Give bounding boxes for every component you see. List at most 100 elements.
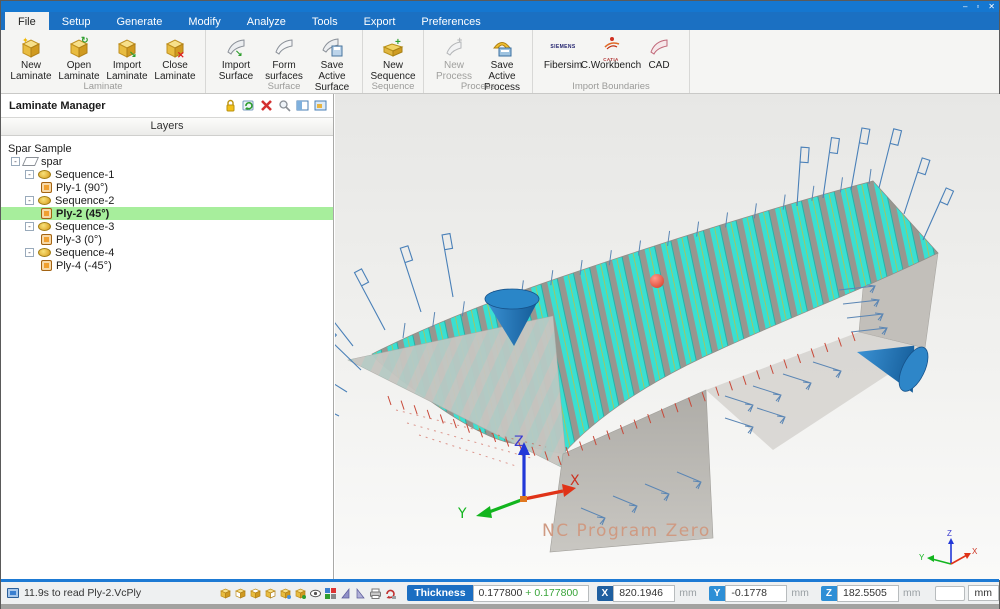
fan-right-icon[interactable]	[354, 587, 367, 600]
visibility-eye-icon[interactable]	[309, 587, 322, 600]
mini-axis-y-label: Y	[919, 553, 925, 562]
menu-tools[interactable]: Tools	[299, 12, 351, 30]
reload-icon[interactable]	[242, 99, 255, 112]
tree-label: Sequence-3	[55, 221, 114, 233]
cube-toggle-5-icon[interactable]	[279, 587, 292, 600]
refresh-red-icon[interactable]	[384, 587, 397, 600]
expander-icon[interactable]: -	[25, 248, 34, 257]
fibersim-siemens-icon: SIEMENS	[550, 35, 576, 59]
axis-x-label: X	[570, 473, 580, 489]
svg-text:+: +	[457, 35, 462, 45]
minimize-button[interactable]: –	[963, 1, 967, 12]
delete-icon[interactable]	[260, 99, 273, 112]
tree-label: Ply-3 (0°)	[56, 234, 102, 246]
menu-setup[interactable]: Setup	[49, 12, 104, 30]
expander-icon[interactable]: -	[11, 157, 20, 166]
split-view-icon[interactable]	[296, 99, 309, 112]
laminate-group-label: Laminate	[1, 81, 205, 92]
layers-column-header[interactable]: Layers	[1, 118, 333, 136]
status-bar: 11.9s to read Ply-2.VcPly Thickness 0.17…	[1, 582, 999, 604]
close-button[interactable]: ✕	[988, 1, 995, 12]
menu-analyze[interactable]: Analyze	[234, 12, 299, 30]
mini-axis-z-label: Z	[947, 529, 952, 538]
tree-item-spar[interactable]: -spar	[1, 155, 333, 168]
cube-toggle-1-icon[interactable]	[219, 587, 232, 600]
tree-item-sequence-2[interactable]: - Sequence-2	[1, 194, 333, 207]
cad-button[interactable]: CAD	[635, 33, 683, 71]
menu-modify[interactable]: Modify	[175, 12, 233, 30]
z-unit: mm	[903, 587, 921, 599]
menu-export[interactable]: Export	[351, 12, 409, 30]
tree-item-ply-2-selected[interactable]: Ply-2 (45°)	[1, 207, 333, 220]
title-bar: – ▫ ✕	[1, 1, 999, 12]
menu-generate[interactable]: Generate	[103, 12, 175, 30]
expander-icon[interactable]: -	[25, 170, 34, 179]
tree-item-ply-4[interactable]: Ply-4 (-45°)	[1, 259, 333, 272]
viewport-3d[interactable]: Z Y X NC Program Zero Z Y X	[335, 94, 1000, 579]
preview-icon[interactable]	[314, 99, 327, 112]
axis-y-label: Y	[457, 506, 467, 522]
nc-program-zero-label: NC Program Zero	[542, 521, 711, 541]
fibersim-button[interactable]: SIEMENS Fibersim	[539, 33, 587, 71]
tree-label: Sequence-2	[55, 195, 114, 207]
fan-left-icon[interactable]	[339, 587, 352, 600]
import-surface-button[interactable]: ↘ Import Surface	[212, 33, 260, 82]
cube-toggle-4-icon[interactable]	[264, 587, 277, 600]
printer-icon[interactable]	[369, 587, 382, 600]
menu-file[interactable]: File	[5, 12, 49, 30]
expander-icon[interactable]: -	[25, 222, 34, 231]
import-surface-label: Import Surface	[212, 60, 260, 82]
menu-bar: File Setup Generate Modify Analyze Tools…	[1, 12, 999, 30]
viewport-layout-icon[interactable]	[324, 587, 337, 600]
close-laminate-label: Close Laminate	[151, 60, 199, 82]
svg-text:+: +	[395, 37, 401, 48]
new-sequence-label: New Sequence	[369, 60, 417, 82]
svg-text:↻: ↻	[81, 35, 89, 45]
ply-icon	[41, 260, 52, 271]
cube-toggle-2-icon[interactable]	[234, 587, 247, 600]
new-sequence-button[interactable]: + New Sequence	[369, 33, 417, 82]
import-laminate-button[interactable]: ↘ Import Laminate	[103, 33, 151, 82]
cube-toggle-6-icon[interactable]	[294, 587, 307, 600]
y-coordinate-input[interactable]: -0.1778	[725, 585, 787, 602]
tree-label: Ply-1 (90°)	[56, 182, 108, 194]
cworkbench-button[interactable]: CATIA C.Workbench	[587, 33, 635, 71]
expander-icon[interactable]: -	[25, 196, 34, 205]
tree-item-sequence-4[interactable]: -Sequence-4	[1, 246, 333, 259]
fibersim-label: Fibersim	[544, 60, 582, 71]
lock-icon[interactable]	[224, 99, 237, 112]
status-message: 11.9s to read Ply-2.VcPly	[24, 587, 141, 599]
sequence-icon	[38, 222, 51, 231]
thickness-value: 0.177800	[479, 587, 523, 599]
close-laminate-button[interactable]: ✕ Close Laminate	[151, 33, 199, 82]
import-laminate-label: Import Laminate	[103, 60, 151, 82]
open-laminate-button[interactable]: ↻ Open Laminate	[55, 33, 103, 82]
new-laminate-icon: ✦	[18, 35, 44, 59]
x-coordinate-input[interactable]: 820.1946	[613, 585, 675, 602]
search-icon[interactable]	[278, 99, 291, 112]
form-surfaces-button[interactable]: Form surfaces	[260, 33, 308, 82]
import-boundaries-group-label: Import Boundaries	[533, 81, 689, 92]
spare-unit-label: mm	[968, 585, 1000, 601]
form-surfaces-icon	[271, 35, 297, 59]
z-coordinate-input[interactable]: 182.5505	[837, 585, 899, 602]
thickness-input[interactable]: 0.177800 + 0.177800	[473, 585, 589, 602]
tree-item-spar-sample[interactable]: Spar Sample	[1, 142, 333, 155]
tree-item-sequence-3[interactable]: - Sequence-3	[1, 220, 333, 233]
ply-icon	[41, 208, 52, 219]
save-active-process-icon	[489, 35, 515, 59]
spare-input[interactable]	[935, 586, 965, 601]
maximize-button[interactable]: ▫	[976, 1, 979, 12]
status-message-icon	[7, 588, 19, 598]
tree-item-ply-3[interactable]: Ply-3 (0°)	[1, 233, 333, 246]
tree-item-ply-1[interactable]: Ply-1 (90°)	[1, 181, 333, 194]
reference-point-sphere	[650, 274, 664, 288]
y-axis-badge: Y	[709, 586, 726, 601]
tree-item-sequence-1[interactable]: - Sequence-1	[1, 168, 333, 181]
menu-preferences[interactable]: Preferences	[408, 12, 493, 30]
laminate-manager-panel: Laminate Manager Layers Spar Sample -spa…	[1, 94, 334, 579]
ribbon-group-surface: ↘ Import Surface Form surfaces Save Acti…	[206, 30, 363, 93]
tree-label: Sequence-1	[55, 169, 114, 181]
new-laminate-button[interactable]: ✦ New Laminate	[7, 33, 55, 82]
cube-toggle-3-icon[interactable]	[249, 587, 262, 600]
